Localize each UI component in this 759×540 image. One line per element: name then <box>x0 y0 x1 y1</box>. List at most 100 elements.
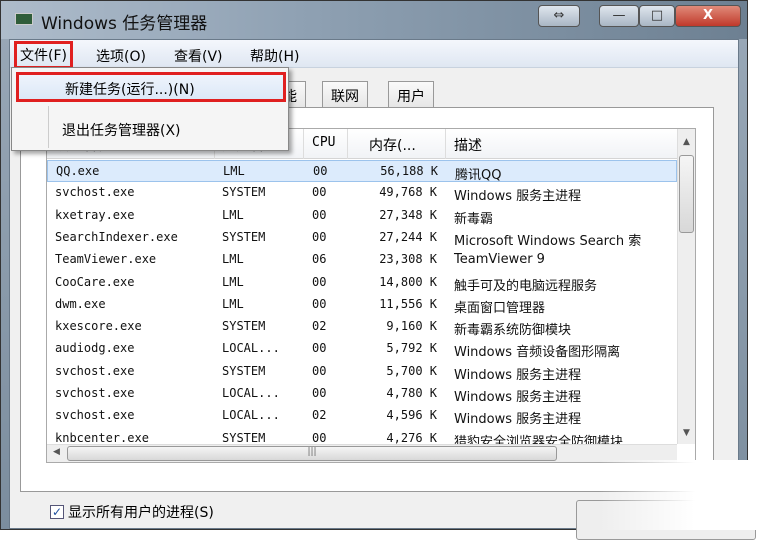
title-bar[interactable]: Windows 任务管理器 ⇔ — □ X <box>1 1 747 39</box>
switch-button[interactable]: ⇔ <box>538 5 580 27</box>
app-icon <box>15 13 33 25</box>
cell-image-name: SearchIndexer.exe <box>55 229 178 244</box>
header-description[interactable]: 描述 <box>454 135 482 155</box>
table-row[interactable]: TeamViewer.exe LML 06 23,308 K TeamViewer 9 <box>47 249 677 271</box>
header-memory[interactable]: 内存(... <box>369 135 416 155</box>
cell-image-name: kxescore.exe <box>55 319 142 334</box>
cell-user: LML <box>222 274 244 289</box>
cell-image-name: TeamViewer.exe <box>55 252 157 267</box>
menu-file[interactable]: 文件(F) <box>14 41 73 69</box>
menu-item-exit[interactable]: 退出任务管理器(X) <box>16 116 286 144</box>
cell-user: LOCAL... <box>222 408 280 423</box>
menu-view[interactable]: 查看(V) <box>170 44 227 68</box>
cell-image-name: svchost.exe <box>55 408 135 423</box>
cell-description: Windows 音频设备图形隔离 <box>454 345 621 361</box>
table-row[interactable]: svchost.exe SYSTEM 00 5,700 K Windows 服务主进程 <box>47 361 677 383</box>
show-all-processes-checkbox[interactable]: ✓ 显示所有用户的进程(S) <box>50 502 214 522</box>
file-menu-dropdown: 新建任务(运行...)(N) 退出任务管理器(X) <box>11 67 289 151</box>
cell-user: LML <box>222 207 244 222</box>
close-button[interactable]: X <box>675 5 741 27</box>
cell-description: Windows 服务主进程 <box>454 367 582 383</box>
maximize-button[interactable]: □ <box>639 5 675 27</box>
tab-users[interactable]: 用户 <box>388 81 434 107</box>
show-all-processes-label: 显示所有用户的进程(S) <box>68 505 214 521</box>
cell-cpu: 00 <box>312 430 327 445</box>
cell-user: SYSTEM <box>222 185 266 200</box>
process-list[interactable]: 映像名称 用户名 CPU 内存(... 描述 QQ.exeLML0056,188… <box>46 128 696 463</box>
window-title: Windows 任务管理器 <box>41 14 208 34</box>
horizontal-scroll-thumb[interactable]: ||| <box>67 446 557 461</box>
cell-user: LML <box>222 252 244 267</box>
vertical-scrollbar[interactable]: ▲ ▼ <box>677 129 695 444</box>
menu-bar: 文件(F) 选项(O) 查看(V) 帮助(H) <box>10 40 738 69</box>
cell-description: TeamViewer 9 <box>454 252 545 268</box>
minimize-button[interactable]: — <box>599 5 639 27</box>
cell-description: Windows 服务主进程 <box>454 390 582 405</box>
table-row[interactable]: kxetray.exe LML 00 27,348 K 新毒霸 <box>47 205 677 227</box>
horizontal-scrollbar[interactable]: ◀ ||| <box>47 444 677 462</box>
cell-memory: 4,276 K <box>386 430 437 445</box>
checkbox-check-icon[interactable]: ✓ <box>50 505 64 519</box>
cell-cpu: 00 <box>312 207 327 222</box>
scroll-up-icon[interactable]: ▲ <box>678 137 695 147</box>
menu-help[interactable]: 帮助(H) <box>246 44 303 68</box>
cell-cpu: 00 <box>312 274 327 289</box>
menu-item-new-task[interactable]: 新建任务(运行...)(N) <box>16 72 286 102</box>
cell-cpu: 00 <box>312 386 327 400</box>
cell-memory: 49,768 K <box>379 185 437 200</box>
cell-description: 桌面窗口管理器 <box>454 300 546 316</box>
cell-image-name: knbcenter.exe <box>55 430 149 445</box>
cell-user: LML <box>222 296 244 311</box>
cell-description: Windows 服务主进程 <box>454 412 582 428</box>
table-row[interactable]: QQ.exe LML 00 56,188 K 腾讯QQ <box>47 160 677 183</box>
scroll-down-icon[interactable]: ▼ <box>678 428 695 438</box>
cell-description: 腾讯QQ <box>455 168 502 183</box>
menu-options[interactable]: 选项(O) <box>92 44 150 68</box>
cell-memory: 4,596 K <box>386 408 437 423</box>
cell-cpu: 00 <box>312 341 327 356</box>
header-cpu[interactable]: CPU <box>312 135 335 150</box>
cell-image-name: kxetray.exe <box>55 207 135 222</box>
cell-memory: 4,780 K <box>386 386 437 400</box>
cell-memory: 23,308 K <box>379 252 437 267</box>
cell-user: SYSTEM <box>222 229 266 244</box>
cell-image-name: svchost.exe <box>55 363 135 378</box>
table-row[interactable]: svchost.exe LOCAL... 00 4,780 K Windows 服务主进… <box>47 383 677 405</box>
cell-cpu: 02 <box>312 408 327 423</box>
table-row[interactable]: svchost.exe SYSTEM 00 49,768 K Windows 服务主进程 <box>47 182 677 204</box>
table-row[interactable]: kxescore.exe SYSTEM 02 9,160 K 新毒霸系统防御模块 <box>47 316 677 338</box>
cell-cpu: 00 <box>312 229 327 244</box>
cell-description: Windows 服务主进程 <box>454 189 582 205</box>
cell-user: LOCAL... <box>222 341 280 356</box>
table-row[interactable]: dwm.exe LML 00 11,556 K 桌面窗口管理器 <box>47 294 677 316</box>
cell-cpu: 00 <box>312 185 327 200</box>
cell-image-name: audiodg.exe <box>55 341 135 356</box>
cell-description: 新毒霸 <box>454 211 494 227</box>
cell-memory: 11,556 K <box>379 296 437 311</box>
table-row[interactable]: svchost.exe LOCAL... 02 4,596 K Windows 服务主进… <box>47 405 677 427</box>
scroll-left-icon[interactable]: ◀ <box>53 447 60 457</box>
cell-memory: 9,160 K <box>386 319 437 334</box>
cell-description: 触手可及的电脑远程服务 <box>454 278 598 294</box>
cell-cpu: 00 <box>313 164 328 178</box>
table-row[interactable]: CooCare.exe LML 00 14,800 K 触手可及的电脑远程服务 <box>47 272 677 294</box>
cell-cpu: 06 <box>312 252 327 267</box>
cell-memory: 5,792 K <box>386 341 437 356</box>
tab-networking[interactable]: 联网 <box>322 81 368 107</box>
cell-user: SYSTEM <box>222 363 266 378</box>
cell-image-name: svchost.exe <box>55 386 135 400</box>
table-row[interactable]: audiodg.exe LOCAL... 00 5,792 K Windows 音频设备… <box>47 338 677 360</box>
cell-user: SYSTEM <box>222 319 266 334</box>
vertical-scroll-thumb[interactable] <box>679 155 694 233</box>
cell-user: SYSTEM <box>222 430 266 445</box>
cell-description: Microsoft Windows Search 索 <box>454 233 642 249</box>
cell-cpu: 00 <box>312 296 327 311</box>
cell-image-name: svchost.exe <box>55 185 135 200</box>
cell-cpu: 02 <box>312 319 327 334</box>
cell-image-name: CooCare.exe <box>55 274 135 289</box>
table-row[interactable]: SearchIndexer.exe SYSTEM 00 27,244 K Microso… <box>47 227 677 249</box>
cell-image-name: dwm.exe <box>55 296 106 311</box>
cell-memory: 5,700 K <box>386 363 437 378</box>
cell-image-name: QQ.exe <box>56 164 100 178</box>
cell-user: LML <box>223 164 245 178</box>
